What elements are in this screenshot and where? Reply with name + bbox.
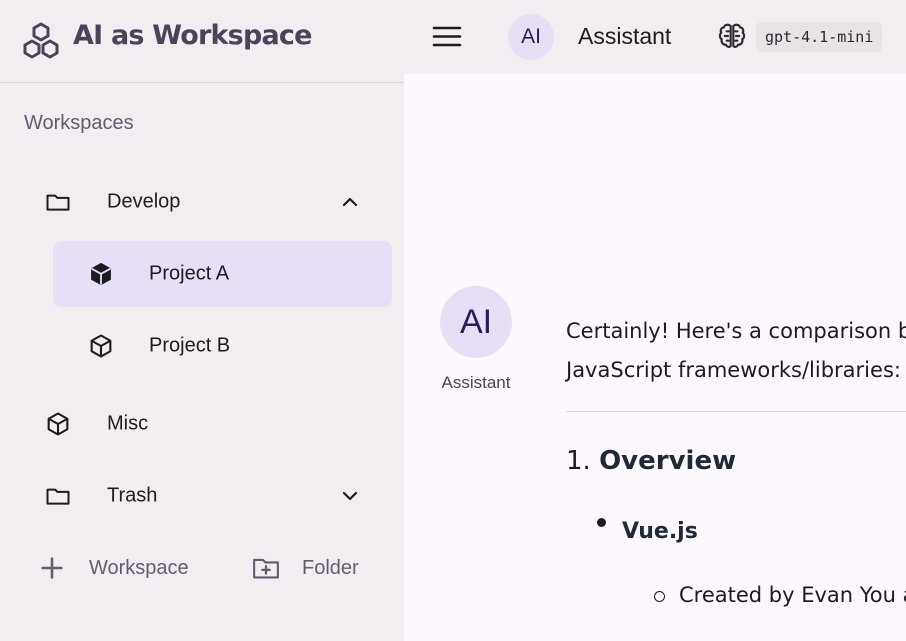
list-item: Vue.js xyxy=(622,519,698,544)
message-avatar: AI xyxy=(440,286,512,358)
menu-icon[interactable] xyxy=(430,20,464,54)
brain-icon xyxy=(718,23,746,48)
sidebar-item-project-b[interactable]: Project B xyxy=(53,313,392,379)
message-line: JavaScript frameworks/libraries: xyxy=(566,358,901,382)
brand-title: AI as Workspace xyxy=(73,20,312,51)
sidebar-item-develop[interactable]: Develop xyxy=(24,169,392,235)
sidebar-item-project-a[interactable]: Project A xyxy=(53,241,392,307)
add-folder-label: Folder xyxy=(302,557,359,579)
list-item: Created by Evan You a xyxy=(679,583,906,607)
section-heading-number: 1. xyxy=(566,446,591,476)
cube-filled-icon xyxy=(90,262,112,286)
sidebar-item-label: Project B xyxy=(149,334,231,357)
cube-outline-icon xyxy=(90,334,112,358)
workspaces-section-label: Workspaces xyxy=(24,112,134,134)
message-divider xyxy=(566,411,906,412)
message-sender-name: Assistant xyxy=(441,373,511,392)
message-line: Certainly! Here's a comparison b xyxy=(566,319,906,343)
assistant-title[interactable]: Assistant xyxy=(578,23,671,50)
top-app-bar: AI Assistant gpt-4.1-mini xyxy=(404,0,906,74)
folder-plus-icon xyxy=(253,558,279,579)
chat-area: AI Assistant Certainly! Here's a compari… xyxy=(404,74,906,641)
section-heading: 1. Overview xyxy=(566,446,736,476)
chevron-up-icon[interactable] xyxy=(338,190,362,214)
bullet-dot-icon xyxy=(597,518,606,527)
add-workspace-button[interactable]: Workspace xyxy=(38,548,208,588)
bullet-circle-icon xyxy=(654,591,665,602)
sidebar-item-label: Misc xyxy=(107,412,149,435)
cube-outline-icon xyxy=(47,412,69,436)
folder-icon xyxy=(46,194,70,211)
plus-icon xyxy=(41,557,63,579)
add-workspace-label: Workspace xyxy=(89,557,189,579)
sidebar-item-trash[interactable]: Trash xyxy=(24,463,392,529)
sidebar-item-label: Develop xyxy=(107,190,181,213)
assistant-avatar[interactable]: AI xyxy=(508,14,554,60)
message-body: Certainly! Here's a comparison b JavaScr… xyxy=(566,312,906,390)
sidebar-item-misc[interactable]: Misc xyxy=(24,391,392,457)
sidebar-item-label: Trash xyxy=(107,484,158,507)
add-folder-button[interactable]: Folder xyxy=(250,548,378,588)
folder-icon xyxy=(46,488,70,505)
chevron-down-icon[interactable] xyxy=(338,484,362,508)
model-chip[interactable]: gpt-4.1-mini xyxy=(756,22,883,52)
brand-header: AI as Workspace xyxy=(0,0,404,83)
section-heading-text: Overview xyxy=(599,446,737,476)
sidebar: AI as Workspace Workspaces Develop Proje… xyxy=(0,0,404,641)
sidebar-item-label: Project A xyxy=(149,262,230,285)
hexagon-cluster-icon xyxy=(23,22,59,59)
